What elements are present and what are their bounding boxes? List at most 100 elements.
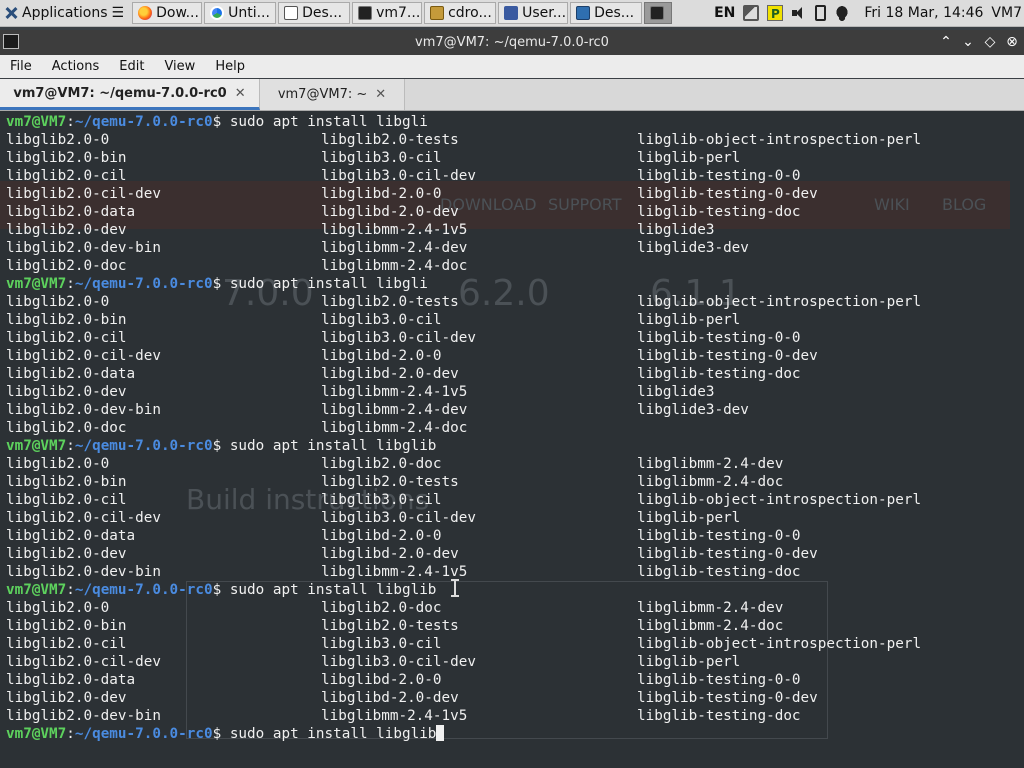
close-icon[interactable]: ⊗ [1004,33,1020,51]
taskbar-button[interactable] [644,2,673,24]
menu-view[interactable]: View [154,59,205,74]
menu-file[interactable]: File [0,59,42,74]
package-name: libglib2.0-dev [6,384,127,400]
completion-row: libglib2.0-cil-dev libglibd-2.0-0 libglib-… [6,347,818,365]
keyboard-layout[interactable]: EN [714,5,735,21]
package-name: libglib2.0-dev-bin [6,708,161,724]
package-name: libglib2.0-cil-dev [6,654,161,670]
prompt-dollar: $ [212,726,230,742]
command-text: sudo apt install libglib [229,438,437,454]
package-name: libglib2.0-tests [321,294,459,310]
terminal-scrollbar[interactable] [1016,111,1024,768]
prompt-line: vm7@VM7:~/qemu-7.0.0-rc0$ sudo apt insta… [6,725,445,743]
close-tab-icon[interactable]: ✕ [375,87,386,102]
package-name: libglib2.0-tests [321,618,459,634]
package-name: libglib-testing-doc [637,708,801,724]
shade-icon[interactable]: ⌃ [938,33,954,51]
window-titlebar[interactable]: vm7@VM7: ~/qemu-7.0.0-rc0 ⌃ ⌄ ◇ ⊗ [0,30,1024,55]
window-title: vm7@VM7: ~/qemu-7.0.0-rc0 [415,35,609,50]
notification-bell-icon[interactable] [834,5,851,21]
package-name: libglibmm-2.4-1v5 [321,384,468,400]
taskbar-button[interactable]: Des... [278,2,351,24]
network-icon[interactable] [743,5,760,21]
package-name: libglib3.0-cil [321,636,442,652]
package-name: libglibmm-2.4-doc [321,420,468,436]
package-name: libglib2.0-0 [6,294,110,310]
package-name: libglib2.0-doc [321,456,442,472]
package-name: libglib2.0-doc [321,600,442,616]
package-name: libglib2.0-bin [6,618,127,634]
clock[interactable]: Fri 18 Mar, 14:46 [864,5,983,21]
package-name: libglibmm-2.4-doc [321,258,468,274]
package-name: libglib3.0-cil [321,312,442,328]
package-name: libglibd-2.0-0 [321,528,442,544]
task-list: Dow... Unti... Des... vm7... cdro... User... D… [130,0,673,26]
package-name: libglib-testing-0-0 [637,672,801,688]
maximize-icon[interactable]: ◇ [982,33,998,51]
package-name: libglide3-dev [637,402,749,418]
volume-icon[interactable] [791,5,807,21]
prompt-path: ~/qemu-7.0.0-rc0 [74,726,213,742]
package-name: libglib2.0-cil-dev [6,186,161,202]
package-name: libglib2.0-cil [6,168,127,184]
prompt-user: vm7@VM7 [6,438,67,454]
package-name: libglib2.0-0 [6,600,110,616]
applications-label: Applications [22,5,108,21]
prompt-dollar: $ [212,582,230,598]
close-tab-icon[interactable]: ✕ [235,86,246,101]
completion-row: libglib2.0-bin libglib3.0-cil libglib-perl [6,149,740,167]
battery-icon[interactable] [815,5,827,21]
taskbar-label: Unti... [228,5,270,21]
clipboard-icon[interactable]: P [767,5,784,21]
taskbar-button[interactable]: Unti... [204,2,277,24]
package-name: libglide3 [637,384,715,400]
completion-row: libglib2.0-dev-bin libglibmm-2.4-dev libgl… [6,401,749,419]
prompt-path: ~/qemu-7.0.0-rc0 [74,582,213,598]
menu-bar: File Actions Edit View Help [0,55,1024,78]
tab-home[interactable]: vm7@VM7: ~ ✕ [260,79,405,110]
terminal-window-icon[interactable] [3,34,19,49]
prompt-dollar: $ [212,114,230,130]
ghost-text: 6.2.0 [458,273,550,314]
menu-edit[interactable]: Edit [109,59,154,74]
package-name: libglib2.0-doc [6,258,127,274]
package-name: libglibd-2.0-dev [321,204,459,220]
taskbar-button[interactable]: Des... [570,2,643,24]
terminal-icon [358,6,373,20]
package-name: libglib2.0-dev [6,222,127,238]
window-icon [284,6,299,20]
prompt-path: ~/qemu-7.0.0-rc0 [74,438,213,454]
package-name: libglib2.0-bin [6,474,127,490]
taskbar-button[interactable]: cdro... [424,2,497,24]
menu-actions[interactable]: Actions [42,59,110,74]
completion-row: libglib2.0-dev-bin libglibmm-2.4-dev libgl… [6,239,749,257]
package-name: libglib2.0-dev-bin [6,564,161,580]
terminal-output: vm7@VM7:~/qemu-7.0.0-rc0$ sudo apt insta… [6,113,921,743]
completion-row: libglib2.0-0 libglib2.0-tests libglib-obje… [6,131,921,149]
package-name: libglib2.0-0 [6,132,110,148]
completion-row: libglib2.0-data libglibd-2.0-dev libglib-t… [6,365,801,383]
taskbar-label: vm7... [376,5,421,21]
completion-row: libglib2.0-dev libglibmm-2.4-1v5 libglide3 [6,221,714,239]
applications-menu[interactable]: Applications ☰ [0,0,130,26]
package-name: libglib2.0-tests [321,132,459,148]
firefox-icon [138,6,153,20]
minimize-icon[interactable]: ⌄ [960,33,976,51]
taskbar-button[interactable]: vm7... [352,2,423,24]
prompt-user: vm7@VM7 [6,276,67,292]
tab-qemu[interactable]: vm7@VM7: ~/qemu-7.0.0-rc0 ✕ [0,79,260,110]
taskbar-button[interactable]: User... [498,2,569,24]
desktop-icon [576,6,591,20]
package-name: libglib2.0-dev-bin [6,402,161,418]
menu-help[interactable]: Help [205,59,255,74]
terminal-area[interactable]: 7.0.0 6.2.0 6.1.1 DOWNLOAD SUPPORT WIKI … [0,111,1024,768]
user-menu[interactable]: VM7 [991,5,1022,21]
completion-row: libglib2.0-dev libglibd-2.0-dev libglib-te… [6,689,818,707]
taskbar-button[interactable]: Dow... [132,2,203,24]
package-name: libglibd-2.0-0 [321,672,442,688]
package-name: libglib3.0-cil-dev [321,330,476,346]
package-name: libglib2.0-bin [6,312,127,328]
prompt-dollar: $ [212,276,230,292]
package-name: libglibmm-2.4-1v5 [321,564,468,580]
prompt-colon: : [66,726,75,742]
